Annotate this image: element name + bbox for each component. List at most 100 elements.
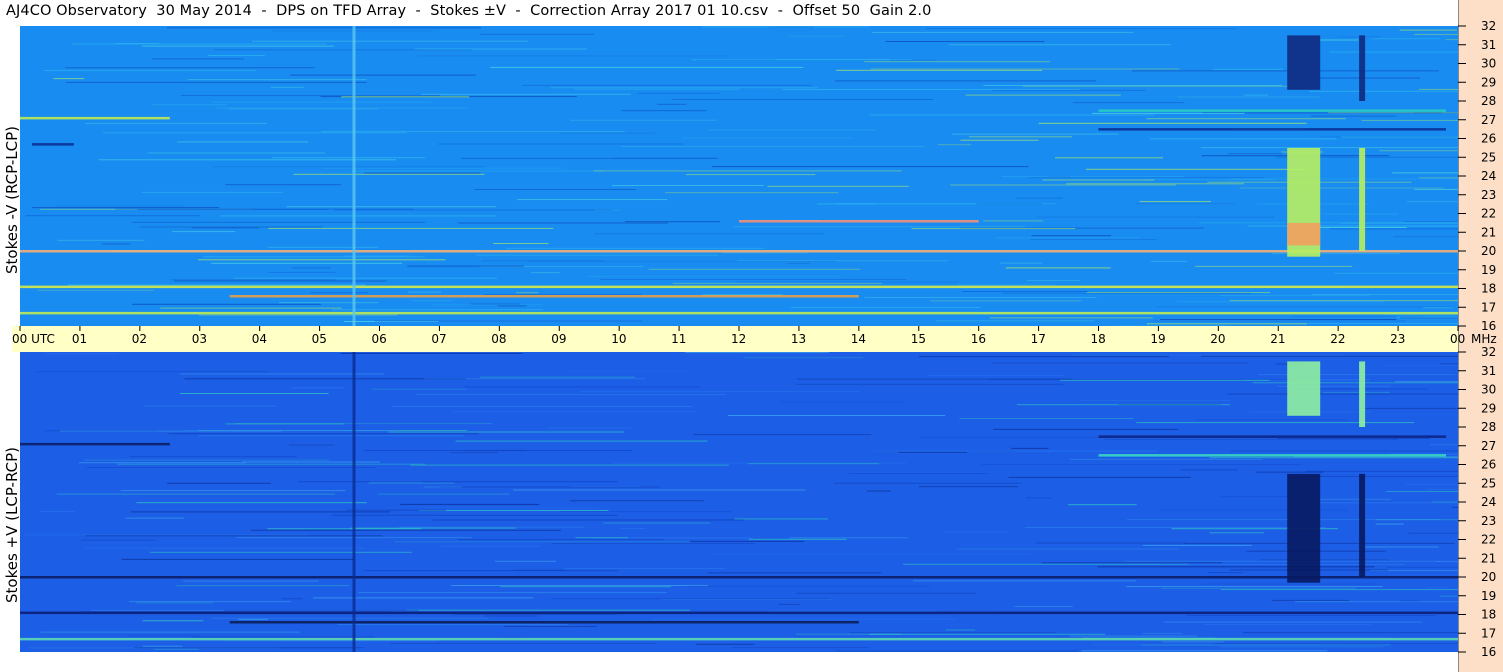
texture-streak: [500, 586, 672, 588]
texture-streak: [183, 580, 319, 582]
texture-streak: [1329, 51, 1458, 53]
texture-streak: [86, 467, 376, 468]
texture-streak: [1201, 355, 1458, 357]
texture-streak: [1026, 497, 1052, 499]
texture-streak: [1126, 519, 1441, 521]
texture-streak: [1309, 90, 1458, 92]
texture-streak: [1212, 68, 1284, 70]
texture-streak: [293, 173, 485, 175]
texture-streak: [65, 81, 367, 83]
texture-streak: [141, 191, 284, 193]
texture-streak: [129, 601, 291, 603]
texture-streak: [321, 131, 625, 133]
texture-streak: [451, 585, 708, 586]
texture-streak: [864, 61, 1051, 63]
texture-streak: [637, 92, 720, 94]
texture-streak: [989, 317, 1153, 319]
texture-streak: [149, 551, 412, 553]
texture-streak: [1038, 122, 1307, 124]
texture-streak: [1016, 197, 1063, 199]
texture-streak: [648, 268, 861, 270]
texture-streak: [1072, 354, 1345, 356]
texture-streak: [1017, 404, 1230, 406]
texture-streak: [1024, 527, 1326, 528]
texture-streak: [281, 598, 303, 600]
texture-streak: [1272, 599, 1349, 601]
texture-streak: [1318, 136, 1458, 138]
texture-streak: [458, 222, 668, 224]
texture-streak: [1429, 444, 1458, 446]
texture-streak: [991, 362, 1249, 364]
texture-streak: [1361, 119, 1458, 121]
texture-streak: [733, 226, 1026, 228]
texture-streak: [1383, 364, 1458, 366]
texture-streak: [1227, 393, 1458, 395]
texture-streak: [1060, 379, 1270, 381]
texture-streak: [1445, 39, 1458, 41]
emission-band: [1098, 109, 1446, 112]
texture-streak: [1105, 438, 1398, 440]
texture-streak: [223, 640, 439, 642]
stokes-minus-v-spectrogram: [20, 26, 1458, 326]
texture-streak: [32, 207, 220, 209]
texture-streak: [67, 284, 366, 286]
emission-band: [20, 576, 1458, 579]
texture-streak: [1142, 544, 1252, 546]
texture-streak: [930, 300, 1082, 302]
texture-streak: [1334, 272, 1458, 274]
texture-streak: [497, 305, 527, 307]
texture-streak: [1036, 542, 1188, 544]
bottom-panel-ylabel: Stokes +V (LCP-RCP): [3, 447, 21, 603]
texture-streak: [1022, 85, 1289, 87]
interference-line: [352, 352, 356, 652]
texture-streak: [136, 502, 367, 504]
texture-streak: [849, 631, 1056, 633]
texture-streak: [657, 103, 687, 105]
texture-streak: [1085, 168, 1306, 170]
texture-streak: [72, 43, 327, 45]
texture-streak: [796, 592, 976, 594]
texture-streak: [351, 170, 604, 172]
texture-streak: [224, 609, 419, 611]
texture-streak: [513, 489, 806, 491]
texture-streak: [864, 297, 1097, 298]
texture-streak: [707, 129, 877, 131]
texture-streak: [268, 271, 336, 273]
texture-streak: [1436, 560, 1458, 562]
texture-streak: [481, 260, 605, 262]
texture-streak: [1386, 566, 1458, 568]
texture-streak: [575, 537, 628, 539]
texture-streak: [129, 456, 297, 458]
texture-streak: [620, 110, 707, 112]
texture-streak: [767, 185, 909, 187]
texture-streak: [937, 144, 972, 146]
texture-streak: [483, 293, 642, 295]
texture-streak: [440, 545, 540, 547]
texture-streak: [1219, 295, 1370, 296]
texture-streak: [290, 387, 345, 389]
texture-streak: [43, 69, 256, 71]
texture-streak: [65, 67, 315, 69]
texture-streak: [1198, 222, 1458, 224]
texture-streak: [1312, 294, 1458, 296]
texture-streak: [696, 643, 755, 645]
texture-streak: [594, 233, 825, 235]
texture-streak: [238, 618, 268, 620]
texture-streak: [1311, 115, 1396, 117]
texture-streak: [211, 101, 432, 103]
texture-streak: [1406, 201, 1458, 203]
texture-streak: [903, 563, 1189, 565]
emission-block: [1359, 147, 1366, 251]
texture-streak: [1069, 635, 1197, 637]
texture-streak: [363, 570, 619, 572]
texture-streak: [594, 209, 621, 211]
emission-band: [20, 250, 1458, 253]
texture-streak: [388, 431, 625, 433]
frequency-axis-strip: [1458, 0, 1503, 672]
texture-streak: [992, 89, 1146, 91]
texture-streak: [272, 157, 425, 159]
emission-block: [1287, 35, 1321, 90]
texture-streak: [714, 553, 1031, 555]
texture-streak: [1439, 595, 1458, 597]
texture-streak: [944, 531, 1008, 533]
